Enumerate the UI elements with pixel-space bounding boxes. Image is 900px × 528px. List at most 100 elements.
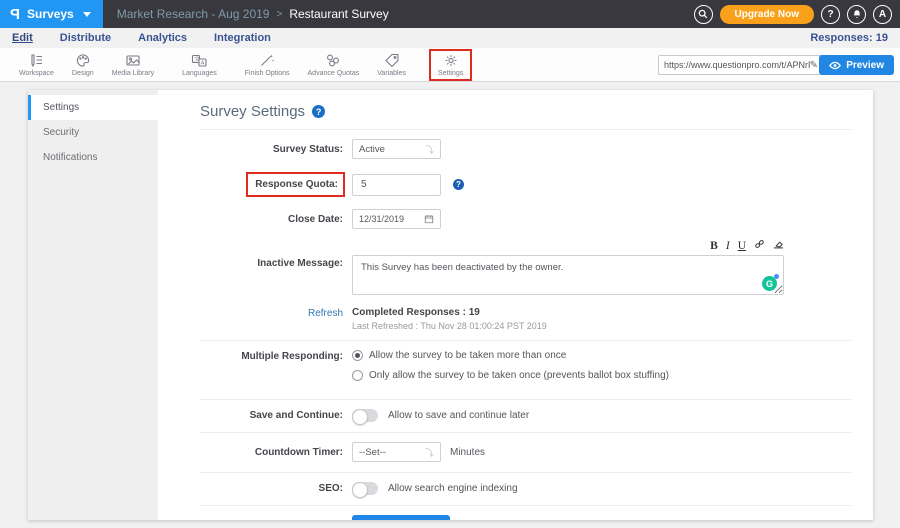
save-continue-label: Save and Continue: — [200, 409, 352, 422]
divider — [200, 505, 851, 506]
seo-row: SEO: Allow search engine indexing — [200, 482, 851, 495]
settings-sidebar: Settings Security Notifications — [28, 90, 158, 520]
divider — [200, 472, 851, 473]
response-quota-input[interactable] — [352, 174, 441, 196]
refresh-row: Refresh Completed Responses : 19 Last Re… — [200, 307, 851, 331]
app-logo-menu[interactable]: P Surveys — [0, 0, 103, 28]
page-title: Survey Settings — [200, 103, 305, 120]
save-changes-button[interactable]: Save Changes — [352, 515, 450, 520]
save-continue-toggle[interactable] — [352, 409, 378, 422]
settings-main: Survey Settings ? Survey Status: Active … — [158, 90, 873, 520]
radio-allow-multiple[interactable]: Allow the survey to be taken more than o… — [352, 350, 669, 361]
clear-format-button[interactable] — [773, 239, 784, 252]
last-refreshed-text: Last Refreshed : Thu Nov 28 01:00:24 PST… — [352, 321, 547, 331]
upgrade-now-button[interactable]: Upgrade Now — [720, 5, 814, 24]
svg-text:文: 文 — [194, 55, 200, 63]
divider — [200, 399, 851, 400]
inactive-message-row: Inactive Message: B I U This Survey has … — [200, 239, 851, 300]
preview-button[interactable]: Preview — [819, 55, 894, 75]
palette-icon — [75, 53, 91, 68]
survey-status-select[interactable]: Active ⤵ — [352, 139, 441, 159]
survey-toolbar: Workspace Design Media Library 文A Langua… — [0, 48, 900, 82]
radio-only-once[interactable]: Only allow the survey to be taken once (… — [352, 370, 669, 381]
search-icon — [698, 9, 708, 19]
link-icon — [754, 239, 765, 249]
divider — [200, 129, 851, 130]
calendar-icon — [424, 214, 434, 224]
chevron-down-icon — [83, 12, 91, 17]
magic-wand-icon — [259, 53, 275, 68]
response-quota-label-highlight: Response Quota: — [246, 172, 345, 197]
completed-responses-text: Completed Responses : 19 — [352, 307, 547, 318]
survey-url-field[interactable]: ✎ — [658, 55, 824, 75]
tool-design[interactable]: Design — [63, 53, 103, 77]
inactive-message-label: Inactive Message: — [200, 257, 352, 270]
translate-icon: 文A — [191, 53, 208, 68]
nav-tab-edit[interactable]: Edit — [12, 32, 33, 44]
italic-button[interactable]: I — [726, 241, 730, 252]
breadcrumb: Market Research - Aug 2019 > Restaurant … — [117, 7, 389, 21]
countdown-timer-label: Countdown Timer: — [200, 446, 352, 459]
tool-settings[interactable]: Settings — [429, 49, 472, 81]
breadcrumb-current: Restaurant Survey — [289, 7, 388, 21]
notifications-button[interactable] — [847, 5, 866, 24]
refresh-link[interactable]: Refresh — [308, 308, 343, 319]
response-quota-row: Response Quota: ? — [200, 172, 851, 197]
countdown-minutes-text: Minutes — [450, 447, 485, 458]
save-continue-text: Allow to save and continue later — [388, 410, 529, 421]
sidebar-item-settings[interactable]: Settings — [28, 95, 158, 120]
nav-tab-distribute[interactable]: Distribute — [60, 32, 111, 44]
nav-tab-analytics[interactable]: Analytics — [138, 32, 187, 44]
multiple-responding-label: Multiple Responding: — [200, 350, 352, 363]
editor-toolbar: B I U — [352, 239, 784, 252]
save-continue-row: Save and Continue: Allow to save and con… — [200, 409, 851, 422]
svg-text:A: A — [201, 60, 205, 66]
link-button[interactable] — [754, 239, 765, 252]
survey-url-input[interactable] — [664, 60, 810, 70]
responses-count[interactable]: Responses: 19 — [810, 32, 888, 44]
bell-icon — [852, 9, 862, 19]
chevron-down-icon: ⤵ — [425, 446, 434, 459]
search-button[interactable] — [694, 5, 713, 24]
inactive-message-textarea[interactable]: This Survey has been deactivated by the … — [352, 255, 784, 295]
divider — [200, 340, 851, 341]
close-date-field[interactable]: 12/31/2019 — [352, 209, 441, 229]
eye-icon — [829, 61, 841, 70]
questionpro-logo-icon: P — [10, 6, 20, 23]
radio-unchecked-icon — [352, 370, 363, 381]
bold-button[interactable]: B — [710, 241, 718, 252]
seo-label: SEO: — [200, 482, 352, 495]
workspace-icon — [28, 53, 44, 68]
response-quota-help-icon[interactable]: ? — [453, 179, 464, 190]
seo-toggle[interactable] — [352, 482, 378, 495]
tool-media-library[interactable]: Media Library — [103, 53, 163, 77]
top-header: P Surveys Market Research - Aug 2019 > R… — [0, 0, 900, 28]
settings-card: Settings Security Notifications Survey S… — [28, 90, 873, 520]
divider — [200, 432, 851, 433]
tool-languages[interactable]: 文A Languages — [173, 53, 226, 77]
sidebar-item-security[interactable]: Security — [28, 120, 158, 145]
countdown-timer-select[interactable]: --Set-- ⤵ — [352, 442, 441, 462]
multiple-responding-row: Multiple Responding: Allow the survey to… — [200, 350, 851, 390]
tag-icon — [384, 53, 400, 68]
nav-tab-integration[interactable]: Integration — [214, 32, 271, 44]
sidebar-item-notifications[interactable]: Notifications — [28, 145, 158, 170]
survey-status-row: Survey Status: Active ⤵ — [200, 139, 851, 159]
tool-finish-options[interactable]: Finish Options — [236, 53, 299, 77]
help-button[interactable]: ? — [821, 5, 840, 24]
close-date-row: Close Date: 12/31/2019 — [200, 209, 851, 229]
close-date-label: Close Date: — [200, 213, 352, 226]
survey-settings-help-icon[interactable]: ? — [312, 105, 325, 118]
seo-text: Allow search engine indexing — [388, 483, 518, 494]
tool-variables[interactable]: Variables — [368, 53, 415, 77]
breadcrumb-parent[interactable]: Market Research - Aug 2019 — [117, 7, 270, 21]
product-name: Surveys — [27, 7, 74, 21]
avatar[interactable]: A — [873, 5, 892, 24]
tool-advance-quotas[interactable]: Advance Quotas — [299, 53, 369, 77]
edit-url-icon[interactable]: ✎ — [810, 60, 818, 71]
quota-links-icon — [325, 53, 341, 68]
primary-nav: Edit Distribute Analytics Integration Re… — [0, 28, 900, 48]
tool-workspace[interactable]: Workspace — [10, 53, 63, 77]
underline-button[interactable]: U — [738, 241, 746, 252]
radio-checked-icon — [352, 350, 363, 361]
